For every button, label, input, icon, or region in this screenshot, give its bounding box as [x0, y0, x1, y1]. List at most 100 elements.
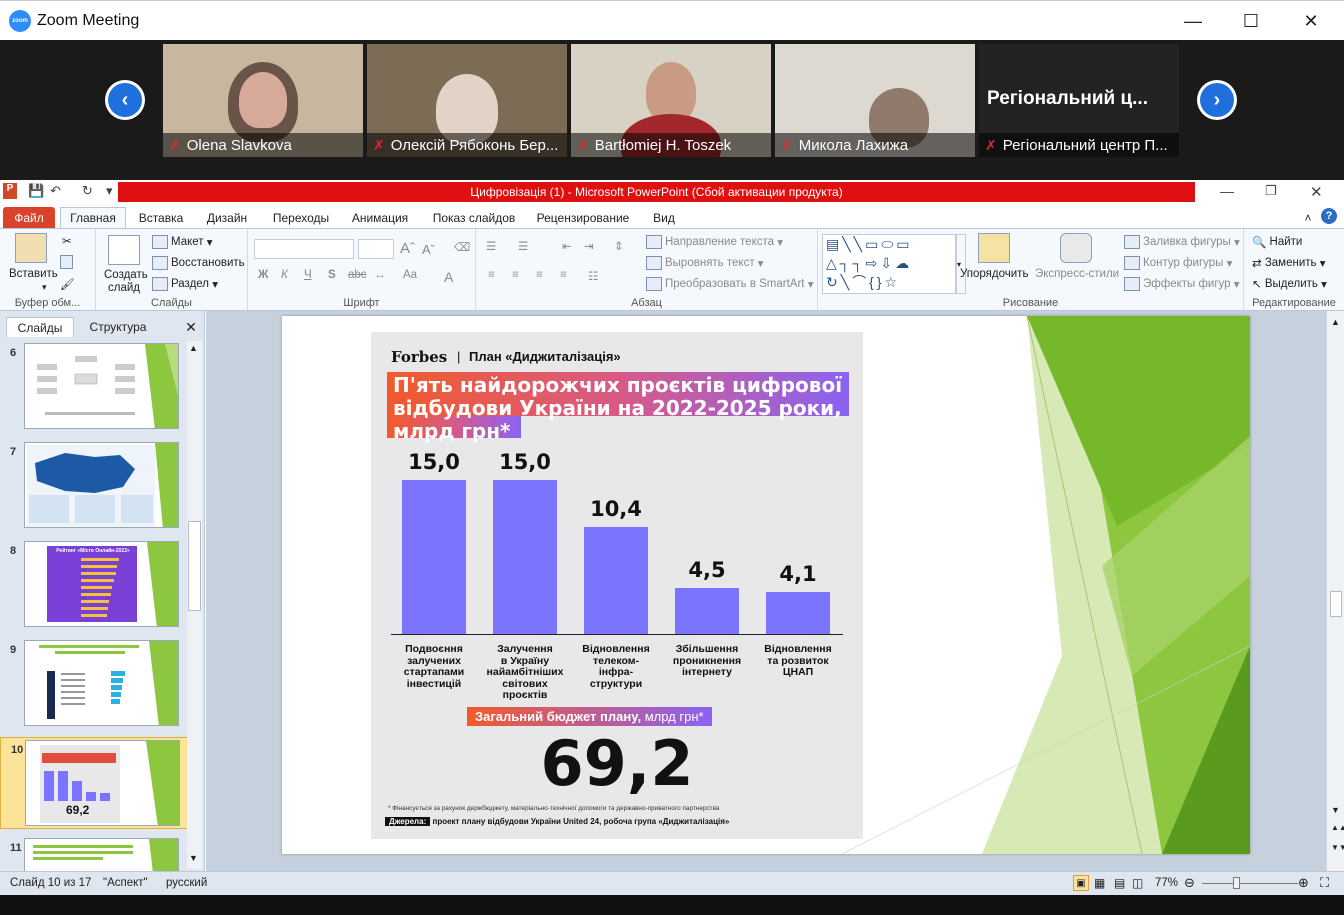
- current-slide[interactable]: Forbes | План «Диджиталізація» П'ять най…: [282, 316, 1250, 854]
- participant-tile[interactable]: ✗ Микола Лахижа: [775, 44, 975, 157]
- zoom-out-icon[interactable]: ⊖: [1184, 875, 1195, 891]
- find-button[interactable]: 🔍 Найти: [1252, 235, 1302, 249]
- pp-restore-button[interactable]: ❐: [1265, 183, 1277, 199]
- redo-icon[interactable]: ↻: [82, 183, 93, 199]
- text-direction-button[interactable]: Направление текста ▾: [646, 235, 783, 249]
- numbering-icon[interactable]: ☰: [518, 239, 528, 253]
- scroll-up-icon[interactable]: ▲: [1331, 317, 1340, 327]
- close-pane-icon[interactable]: ✕: [182, 317, 200, 337]
- pp-minimize-button[interactable]: —: [1220, 183, 1234, 199]
- shrink-font-icon[interactable]: Aˇ: [422, 242, 435, 257]
- columns-icon[interactable]: ☷: [588, 269, 598, 283]
- tab-insert[interactable]: Вставка: [132, 207, 190, 228]
- tab-slideshow[interactable]: Показ слайдов: [428, 207, 520, 228]
- participant-tile[interactable]: Регіональний ц... ✗ Регіональний центр П.…: [979, 44, 1179, 157]
- zoom-slider-handle[interactable]: [1233, 877, 1240, 889]
- scroll-down-icon[interactable]: ▼: [189, 853, 198, 863]
- tab-file[interactable]: Файл: [3, 207, 55, 228]
- smartart-button[interactable]: Преобразовать в SmartArt ▾: [646, 277, 813, 291]
- tab-slides-pane[interactable]: Слайды: [6, 317, 74, 337]
- slide-thumbnail[interactable]: 7: [0, 440, 190, 532]
- replace-button[interactable]: ⇄ Заменить ▾: [1252, 256, 1326, 270]
- strikethrough-button[interactable]: abc: [348, 269, 367, 281]
- participant-tile[interactable]: ✗ Olena Slavkova: [163, 44, 363, 157]
- copy-icon[interactable]: [60, 255, 76, 269]
- align-left-icon[interactable]: ≡: [488, 269, 495, 281]
- participant-tile[interactable]: ✗ Олексій Рябоконь Бер...: [367, 44, 567, 157]
- zoom-level[interactable]: 77%: [1155, 877, 1178, 889]
- arrange-button[interactable]: Упорядочить: [960, 268, 1028, 280]
- slide-thumbnail-selected[interactable]: 10 69,2: [0, 737, 190, 829]
- grow-font-icon[interactable]: Aˆ: [400, 240, 415, 257]
- zoom-slider[interactable]: [1202, 883, 1298, 884]
- font-size-combo[interactable]: [358, 239, 394, 259]
- shapes-gallery[interactable]: ▤╲╲▭⬭▭ △┐┐⇨⇩☁ ↻╲⌒{}☆: [822, 234, 956, 294]
- quick-styles-button[interactable]: Экспресс-стили: [1035, 268, 1119, 280]
- reading-view-icon[interactable]: ▤: [1114, 876, 1125, 890]
- align-text-button[interactable]: Выровнять текст ▾: [646, 256, 764, 270]
- scroll-up-icon[interactable]: ▲: [189, 343, 198, 353]
- increase-indent-icon[interactable]: ⇥: [584, 239, 594, 253]
- italic-button[interactable]: К: [281, 269, 288, 281]
- slideshow-icon[interactable]: ◫: [1132, 876, 1143, 890]
- tab-transitions[interactable]: Переходы: [266, 207, 336, 228]
- underline-button[interactable]: Ч: [304, 269, 312, 281]
- scroll-down-icon[interactable]: ▼: [1331, 805, 1340, 815]
- decrease-indent-icon[interactable]: ⇤: [562, 239, 572, 253]
- cut-icon[interactable]: ✂: [62, 234, 72, 248]
- section-button[interactable]: Раздел ▾: [152, 277, 218, 291]
- shape-fill-button[interactable]: Заливка фигуры ▾: [1124, 235, 1240, 249]
- save-icon[interactable]: 💾: [28, 183, 44, 199]
- shape-effects-button[interactable]: Эффекты фигур ▾: [1124, 277, 1240, 291]
- close-button[interactable]: ✕: [1296, 7, 1326, 35]
- line-spacing-icon[interactable]: ⇕: [614, 239, 624, 253]
- tab-design[interactable]: Дизайн: [198, 207, 256, 228]
- reset-button[interactable]: Восстановить: [152, 256, 245, 270]
- font-color-icon[interactable]: A: [444, 269, 453, 285]
- scrollbar-thumb[interactable]: [1330, 591, 1342, 617]
- customize-toolbar-icon[interactable]: ▾: [106, 183, 113, 199]
- paste-button[interactable]: Вставить: [9, 268, 58, 280]
- change-case-button[interactable]: Aa: [403, 269, 417, 281]
- collapse-ribbon-icon[interactable]: ˄: [1300, 207, 1316, 228]
- tab-outline-pane[interactable]: Структура: [80, 317, 156, 337]
- new-slide-button-label[interactable]: слайд: [108, 282, 140, 294]
- format-painter-icon[interactable]: 🖌: [60, 277, 75, 291]
- font-name-combo[interactable]: [254, 239, 354, 259]
- select-button[interactable]: ↖ Выделить ▾: [1252, 277, 1327, 291]
- shapes-gallery-scroll[interactable]: ▾: [956, 234, 966, 294]
- bold-button[interactable]: Ж: [258, 269, 268, 281]
- next-page-button[interactable]: ›: [1197, 80, 1237, 120]
- next-slide-icon[interactable]: ▼▼: [1331, 843, 1344, 852]
- tab-animations[interactable]: Анимация: [344, 207, 416, 228]
- help-icon[interactable]: ?: [1321, 208, 1337, 224]
- align-center-icon[interactable]: ≡: [512, 269, 519, 281]
- clear-format-icon[interactable]: ⌫: [454, 240, 470, 254]
- spacing-icon[interactable]: ↔: [374, 269, 386, 281]
- editor-vertical-scrollbar[interactable]: ▲ ▼ ▲▲ ▼▼: [1326, 311, 1344, 871]
- fit-to-window-icon[interactable]: ⛶: [1320, 875, 1329, 891]
- paste-dropdown-icon[interactable]: ▾: [42, 282, 47, 293]
- tab-review[interactable]: Рецензирование: [530, 207, 636, 228]
- justify-icon[interactable]: ≡: [560, 269, 567, 281]
- undo-icon[interactable]: ↶: [50, 183, 61, 199]
- normal-view-icon[interactable]: ▣: [1073, 875, 1089, 891]
- slide-thumbnail[interactable]: 11: [0, 836, 190, 871]
- shadow-icon[interactable]: S: [328, 269, 336, 281]
- language-indicator[interactable]: русский: [166, 877, 207, 889]
- slide-sorter-icon[interactable]: ▦: [1094, 876, 1105, 890]
- maximize-button[interactable]: ☐: [1236, 7, 1266, 35]
- slide-thumbnail[interactable]: 9: [0, 638, 190, 730]
- scrollbar-thumb[interactable]: [188, 521, 201, 611]
- layout-button[interactable]: Макет ▾: [152, 235, 213, 249]
- tab-home[interactable]: Главная: [60, 207, 126, 228]
- pp-close-button[interactable]: ✕: [1310, 183, 1323, 201]
- shape-outline-button[interactable]: Контур фигуры ▾: [1124, 256, 1232, 270]
- align-right-icon[interactable]: ≡: [536, 269, 543, 281]
- slides-pane-scrollbar[interactable]: ▲ ▼: [187, 341, 202, 869]
- previous-slide-icon[interactable]: ▲▲: [1331, 823, 1344, 832]
- participant-tile[interactable]: ✗ Bartłomiej H. Toszek: [571, 44, 771, 157]
- zoom-in-icon[interactable]: ⊕: [1298, 875, 1309, 891]
- bullets-icon[interactable]: ☰: [486, 239, 496, 253]
- minimize-button[interactable]: —: [1178, 7, 1208, 35]
